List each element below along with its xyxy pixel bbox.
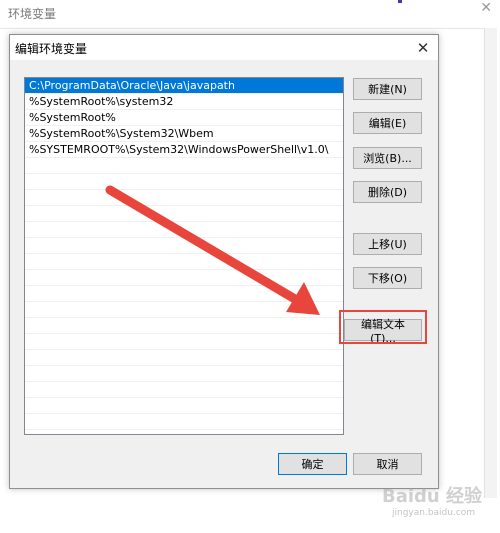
- empty-list-row[interactable]: [25, 174, 343, 190]
- empty-list-row[interactable]: [25, 190, 343, 206]
- browse-button[interactable]: 浏览(B)...: [353, 147, 422, 169]
- background-close-icon[interactable]: ✕: [480, 0, 492, 16]
- dialog-titlebar: 编辑环境变量 ✕: [10, 35, 438, 60]
- move-down-button[interactable]: 下移(O): [353, 267, 422, 289]
- move-up-button[interactable]: 上移(U): [353, 233, 422, 255]
- list-item[interactable]: %SystemRoot%\System32\Wbem: [25, 126, 343, 142]
- dialog-title: 编辑环境变量: [15, 42, 88, 56]
- empty-list-row[interactable]: [25, 158, 343, 174]
- empty-list-row[interactable]: [25, 334, 343, 350]
- baidu-watermark-url: jingyan.baidu.com: [392, 508, 476, 518]
- empty-list-row[interactable]: [25, 270, 343, 286]
- empty-list-row[interactable]: [25, 318, 343, 334]
- background-accent-mark: [398, 0, 402, 3]
- list-item[interactable]: C:\ProgramData\Oracle\Java\javapath: [25, 78, 343, 94]
- empty-list-row[interactable]: [25, 382, 343, 398]
- empty-list-row[interactable]: [25, 222, 343, 238]
- list-item[interactable]: %SystemRoot%: [25, 110, 343, 126]
- empty-list-row[interactable]: [25, 302, 343, 318]
- delete-button[interactable]: 删除(D): [353, 181, 422, 203]
- empty-list-row[interactable]: [25, 286, 343, 302]
- edit-text-highlight-box: [339, 310, 427, 344]
- close-icon[interactable]: ✕: [408, 35, 438, 60]
- new-button[interactable]: 新建(N): [353, 78, 422, 100]
- list-item[interactable]: %SYSTEMROOT%\System32\WindowsPowerShell\…: [25, 142, 343, 158]
- path-list[interactable]: C:\ProgramData\Oracle\Java\javapath %Syst…: [24, 77, 344, 435]
- list-item[interactable]: %SystemRoot%\system32: [25, 94, 343, 110]
- cancel-button[interactable]: 取消: [353, 453, 422, 475]
- empty-list-row[interactable]: [25, 350, 343, 366]
- background-scrollbar[interactable]: [484, 28, 497, 498]
- baidu-watermark: Baidu 经验: [382, 486, 483, 507]
- background-divider: [0, 28, 484, 29]
- empty-list-row[interactable]: [25, 414, 343, 430]
- background-window-title: 环境变量: [8, 7, 57, 21]
- empty-list-row[interactable]: [25, 238, 343, 254]
- empty-list-row[interactable]: [25, 398, 343, 414]
- ok-button[interactable]: 确定: [278, 453, 347, 475]
- edit-env-variable-dialog: 编辑环境变量 ✕ C:\ProgramData\Oracle\Java\java…: [9, 34, 439, 489]
- empty-list-row[interactable]: [25, 366, 343, 382]
- empty-list-row[interactable]: [25, 254, 343, 270]
- edit-button[interactable]: 编辑(E): [353, 112, 422, 134]
- empty-list-row[interactable]: [25, 206, 343, 222]
